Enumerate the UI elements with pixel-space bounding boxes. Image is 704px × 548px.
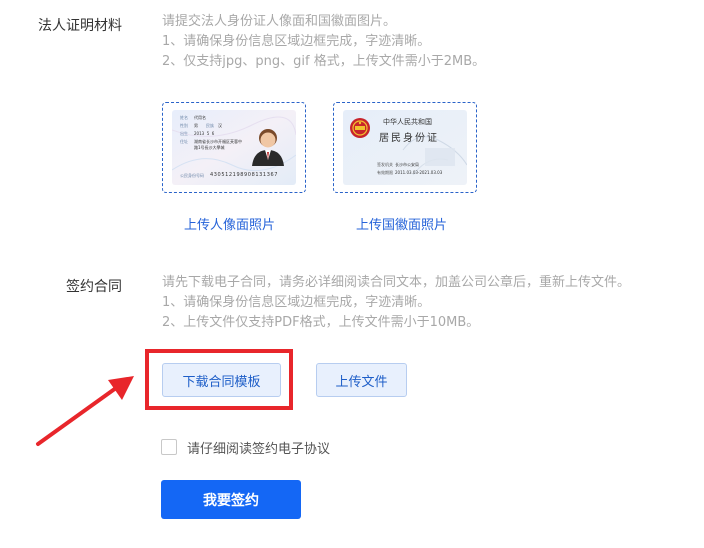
agreement-checkbox[interactable] (161, 439, 177, 455)
upload-file-button[interactable]: 上传文件 (316, 363, 407, 397)
portrait-birth-key: 出生 (180, 131, 188, 136)
id-portrait-sample[interactable]: 姓名 代用名 性别 男 民族 汉 出生 2013 5 6 住址 湖南省长沙市开福… (162, 102, 306, 193)
portrait-ethnic-key: 民族 (206, 123, 214, 128)
contract-hint-3: 2、上传文件仅支持PDF格式，上传文件需小于10MB。 (162, 315, 480, 330)
portrait-address-key: 住址 (180, 139, 188, 144)
portrait-gender-key: 性别 (180, 123, 188, 128)
emblem-valid-key: 有效期限 (377, 170, 393, 175)
upload-portrait-link[interactable]: 上传人像面照片 (184, 214, 275, 233)
upload-emblem-link[interactable]: 上传国徽面照片 (356, 214, 447, 233)
emblem-valid-value: 2011.03.03-2021.03.03 (395, 170, 443, 175)
portrait-id-value: 430512198908131367 (210, 172, 279, 178)
contract-label: 签约合同 (66, 279, 122, 295)
annotation-arrow-icon (36, 376, 134, 446)
id-emblem-sample[interactable]: 中华人民共和国 居民身份证 签发机关 长沙市公安局 有效期限 2011.03.0… (333, 102, 477, 193)
agreement-checkbox-label[interactable]: 请仔细阅读签约电子协议 (187, 438, 330, 457)
legal-person-label: 法人证明材料 (38, 18, 122, 34)
portrait-birth-value: 2013 5 6 (194, 131, 215, 136)
legal-person-hint-1: 请提交法人身份证人像面和国徽面图片。 (162, 14, 397, 29)
portrait-id-key: 公民身份号码 (180, 173, 204, 178)
portrait-ethnic-value: 汉 (218, 123, 222, 128)
id-emblem-card: 中华人民共和国 居民身份证 签发机关 长沙市公安局 有效期限 2011.03.0… (343, 110, 467, 185)
portrait-gender-value: 男 (194, 123, 198, 128)
portrait-name-key: 姓名 (180, 115, 188, 120)
emblem-issuer-key: 签发机关 (377, 162, 393, 167)
portrait-name-value: 代用名 (194, 115, 206, 120)
contract-hint-1: 请先下载电子合同，请务必详细阅读合同文本，加盖公司公章后，重新上传文件。 (162, 275, 631, 290)
contract-hint-2: 1、请确保身份信息区域边框完成，字迹清晰。 (162, 295, 431, 310)
legal-person-hint-2: 1、请确保身份信息区域边框完成，字迹清晰。 (162, 34, 431, 49)
id-portrait-card: 姓名 代用名 性别 男 民族 汉 出生 2013 5 6 住址 湖南省长沙市开福… (172, 110, 296, 185)
emblem-title-2: 居民身份证 (379, 133, 439, 144)
portrait-address-value-2: 路1号長沙大學城 (194, 145, 225, 150)
emblem-title-1: 中华人民共和国 (383, 118, 432, 126)
legal-person-hint-3: 2、仅支持jpg、png、gif 格式，上传文件需小于2MB。 (162, 54, 486, 69)
annotation-highlight-box (145, 349, 293, 410)
emblem-issuer-value: 长沙市公安局 (395, 162, 419, 167)
submit-sign-button[interactable]: 我要签约 (161, 480, 301, 519)
